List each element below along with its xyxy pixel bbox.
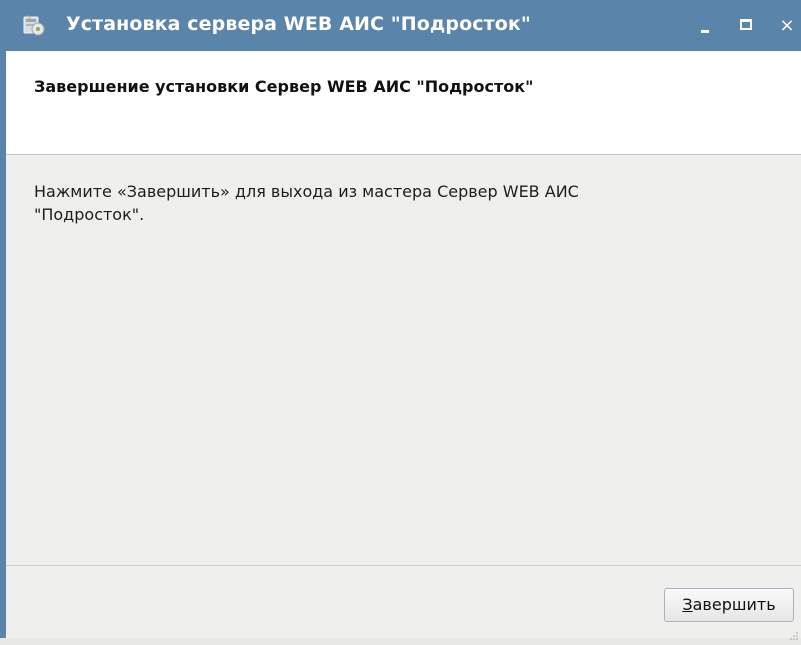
footer-divider xyxy=(6,565,801,566)
finish-button[interactable]: Завершить xyxy=(664,588,794,622)
title-bar[interactable]: Установка сервера WEB АИС "Подросток" × xyxy=(0,0,801,51)
finish-message: Нажмите «Завершить» для выхода из мастер… xyxy=(34,182,579,224)
installer-window: Установка сервера WEB АИС "Подросток" × … xyxy=(0,0,801,640)
close-icon[interactable]: × xyxy=(777,16,797,36)
wizard-header: Завершение установки Сервер WEB АИС "Под… xyxy=(6,51,801,155)
resize-grip-icon[interactable] xyxy=(789,626,799,640)
finish-button-label: авершить xyxy=(692,595,776,614)
page-title: Завершение установки Сервер WEB АИС "Под… xyxy=(34,77,534,96)
maximize-icon[interactable] xyxy=(737,16,757,36)
minimize-icon[interactable] xyxy=(696,16,716,36)
window-title: Установка сервера WEB АИС "Подросток" xyxy=(66,13,531,35)
installer-icon xyxy=(22,13,46,37)
finish-button-mnemonic: З xyxy=(682,595,693,614)
